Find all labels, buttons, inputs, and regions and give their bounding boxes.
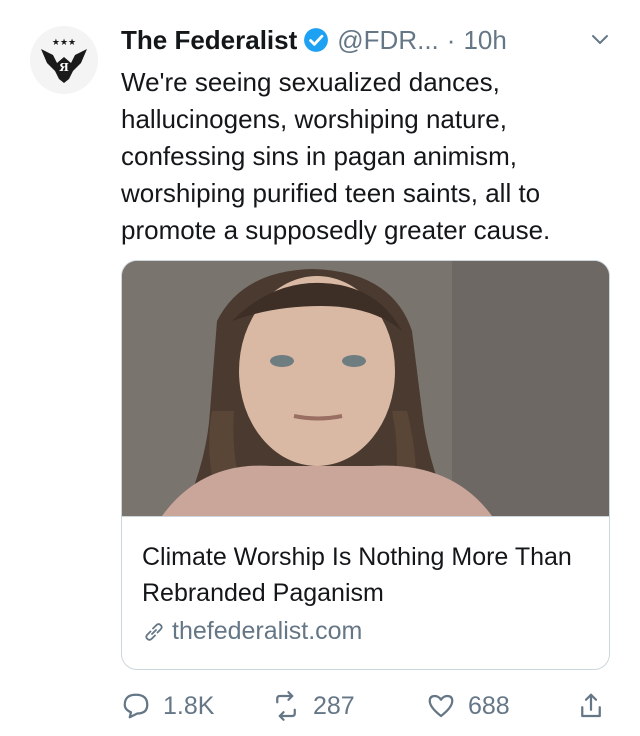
chevron-down-icon[interactable] bbox=[588, 28, 612, 52]
article-photo-illustration bbox=[122, 261, 609, 516]
like-count: 688 bbox=[468, 691, 510, 720]
retweet-button[interactable]: 287 bbox=[271, 686, 355, 726]
account-name[interactable]: The Federalist bbox=[121, 25, 297, 56]
like-button[interactable]: 688 bbox=[426, 686, 510, 726]
tweet-text: We're seeing sexualized dances, hallucin… bbox=[121, 67, 551, 245]
svg-text:Я: Я bbox=[59, 61, 69, 74]
tweet-time[interactable]: 10h bbox=[463, 25, 506, 56]
retweet-count: 287 bbox=[313, 691, 355, 720]
separator-dot: · bbox=[446, 24, 456, 55]
link-icon bbox=[145, 622, 163, 641]
share-icon bbox=[581, 693, 601, 718]
eagle-logo-icon: ★★★ Я bbox=[41, 38, 87, 83]
card-domain[interactable]: thefederalist.com bbox=[142, 617, 362, 646]
heart-icon bbox=[428, 694, 454, 718]
card-domain-text: thefederalist.com bbox=[172, 617, 363, 645]
card-title[interactable]: Climate Worship Is Nothing More Than Reb… bbox=[142, 539, 592, 611]
tweet-header: The Federalist @FDR... · 10h bbox=[121, 18, 620, 62]
avatar[interactable]: ★★★ Я bbox=[30, 26, 98, 94]
reply-icon bbox=[123, 693, 149, 719]
link-card[interactable]: Climate Worship Is Nothing More Than Reb… bbox=[121, 260, 610, 670]
retweet-icon bbox=[276, 691, 296, 721]
reply-button[interactable]: 1.8K bbox=[121, 686, 214, 726]
reply-count: 1.8K bbox=[163, 691, 215, 720]
share-button[interactable] bbox=[576, 686, 606, 726]
article-photo[interactable] bbox=[122, 261, 609, 517]
verified-badge-icon bbox=[304, 28, 329, 52]
svg-text:★★★: ★★★ bbox=[52, 38, 76, 48]
tweet-actions: 1.8K 287 688 bbox=[121, 686, 611, 726]
account-handle[interactable]: @FDR... bbox=[337, 25, 439, 56]
